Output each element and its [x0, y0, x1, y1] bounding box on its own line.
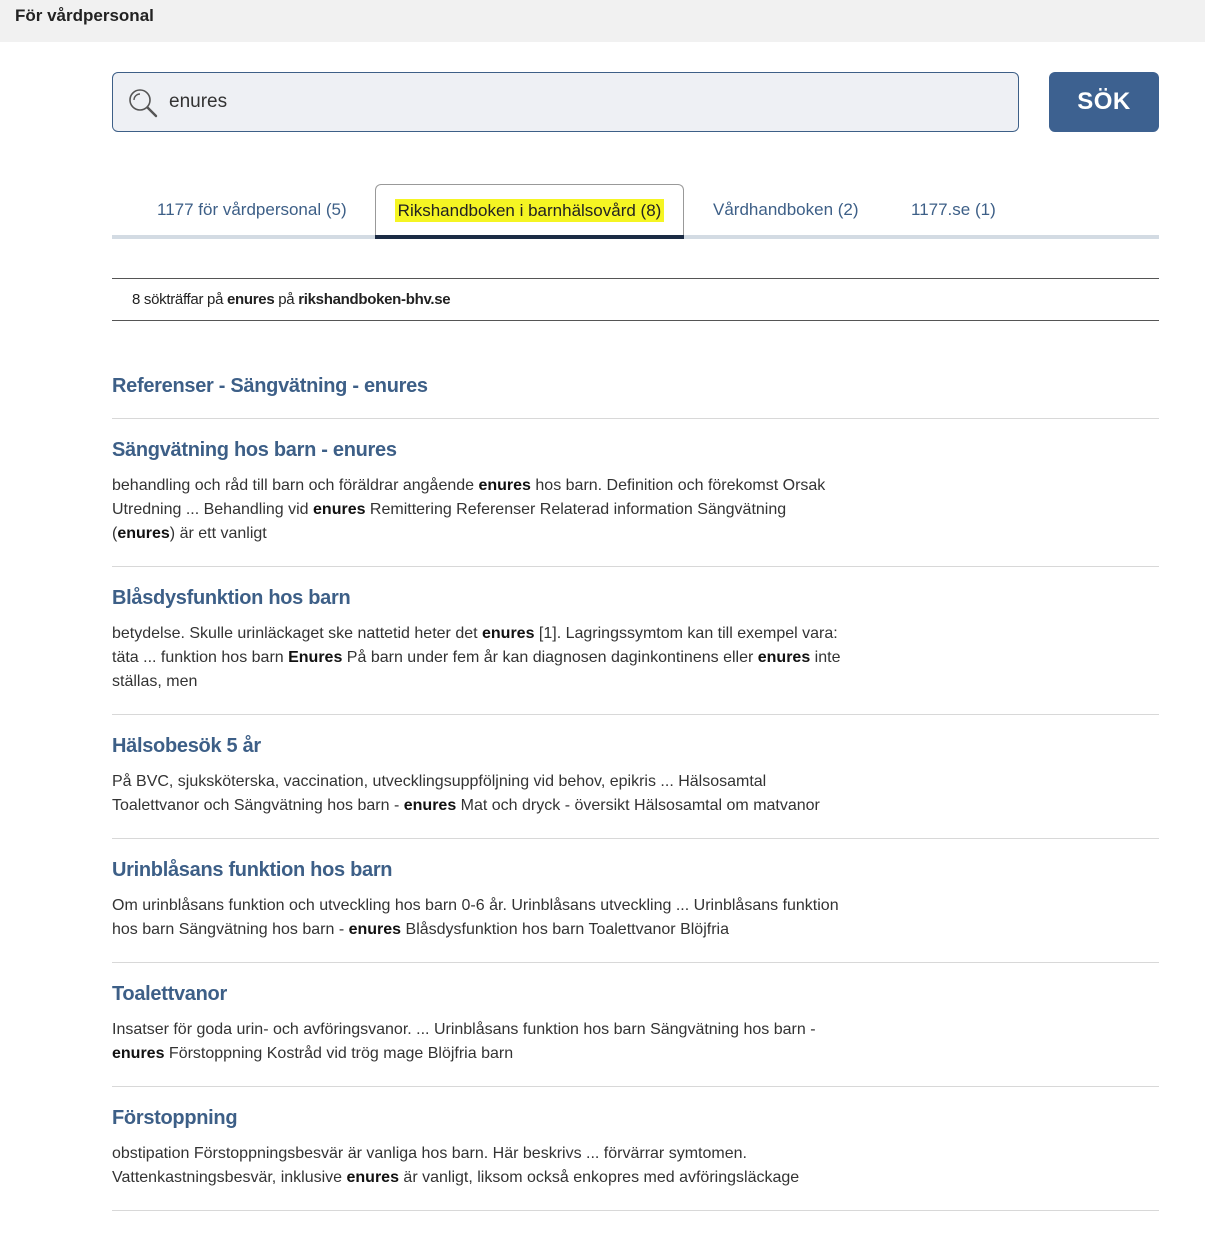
- result-title-link[interactable]: Blåsdysfunktion hos barn: [112, 587, 1159, 610]
- result-title-link[interactable]: Hälsobesök 5 år: [112, 735, 1159, 758]
- result-description: På BVC, sjuksköterska, vaccination, utve…: [112, 773, 820, 814]
- highlighted-term: enures: [346, 1169, 399, 1186]
- tab-label-highlighted: Rikshandboken i barnhälsovård (8): [394, 199, 665, 222]
- search-box[interactable]: [112, 72, 1019, 132]
- result-description: Om urinblåsans funktion och utveckling h…: [112, 897, 839, 938]
- search-result: Förstoppning obstipation Förstoppningsbes…: [112, 1107, 1159, 1211]
- result-summary: 8 sökträffar på enures på rikshandboken-…: [112, 278, 1159, 321]
- result-description: betydelse. Skulle urinläckaget ske natte…: [112, 625, 841, 690]
- result-description: behandling och råd till barn och föräldr…: [112, 477, 826, 542]
- search-icon: [127, 87, 159, 119]
- results-list: Referenser - Sängvätning - enures Sängvät…: [112, 375, 1159, 1231]
- highlighted-term: enures: [482, 625, 535, 642]
- highlighted-term: enures: [757, 649, 811, 666]
- result-title-link[interactable]: Referenser - Sängvätning - enures: [112, 375, 1159, 398]
- highlighted-term: enures: [112, 1045, 165, 1062]
- tab-vardhandboken[interactable]: Vårdhandboken (2): [713, 184, 859, 239]
- result-title-link[interactable]: Urinblåsans funktion hos barn: [112, 859, 1159, 882]
- highlighted-term: enures: [403, 797, 457, 814]
- summary-site: rikshandboken-bhv.se: [298, 291, 451, 308]
- result-description: obstipation Förstoppningsbesvär är vanli…: [112, 1145, 800, 1186]
- summary-on: på: [278, 291, 295, 308]
- tab-1177-vardpersonal[interactable]: 1177 för vårdpersonal (5): [157, 184, 347, 239]
- search-result: Sängvätning hos barn - enures behandling …: [112, 439, 1159, 567]
- search-result: Toalettvanor Insatser för goda urin- och …: [112, 983, 1159, 1087]
- summary-term: enures: [227, 291, 275, 308]
- highlighted-term: enures: [313, 501, 366, 518]
- search-result: Referenser - Sängvätning - enures: [112, 375, 1159, 419]
- search-result: Urinblåsans funktion hos barn Om urinblås…: [112, 859, 1159, 963]
- highlighted-term: enures: [348, 921, 402, 938]
- tab-1177-se[interactable]: 1177.se (1): [911, 184, 996, 239]
- top-bar: För vårdpersonal: [0, 0, 1205, 42]
- search-result: Blåsdysfunktion hos barn betydelse. Skull…: [112, 587, 1159, 715]
- active-tab-indicator: [375, 235, 684, 239]
- result-title-link[interactable]: Sängvätning hos barn - enures: [112, 439, 1159, 462]
- source-tabs: 1177 för vårdpersonal (5) Rikshandboken …: [112, 184, 1159, 239]
- summary-count: 8 sökträffar på: [132, 291, 224, 308]
- result-title-link[interactable]: Toalettvanor: [112, 983, 1159, 1006]
- search-button[interactable]: SÖK: [1049, 72, 1159, 132]
- result-title-link[interactable]: Förstoppning: [112, 1107, 1159, 1130]
- site-title: För vårdpersonal: [15, 6, 154, 25]
- search-result: Hälsobesök 5 år På BVC, sjuksköterska, va…: [112, 735, 1159, 839]
- search-input[interactable]: [169, 73, 1009, 131]
- highlighted-term: enures: [478, 477, 531, 494]
- highlighted-term: Enures: [288, 649, 343, 666]
- result-description: Insatser för goda urin- och avföringsvan…: [112, 1021, 816, 1062]
- tab-rikshandboken[interactable]: Rikshandboken i barnhälsovård (8): [375, 184, 684, 239]
- highlighted-term: enures: [117, 525, 170, 542]
